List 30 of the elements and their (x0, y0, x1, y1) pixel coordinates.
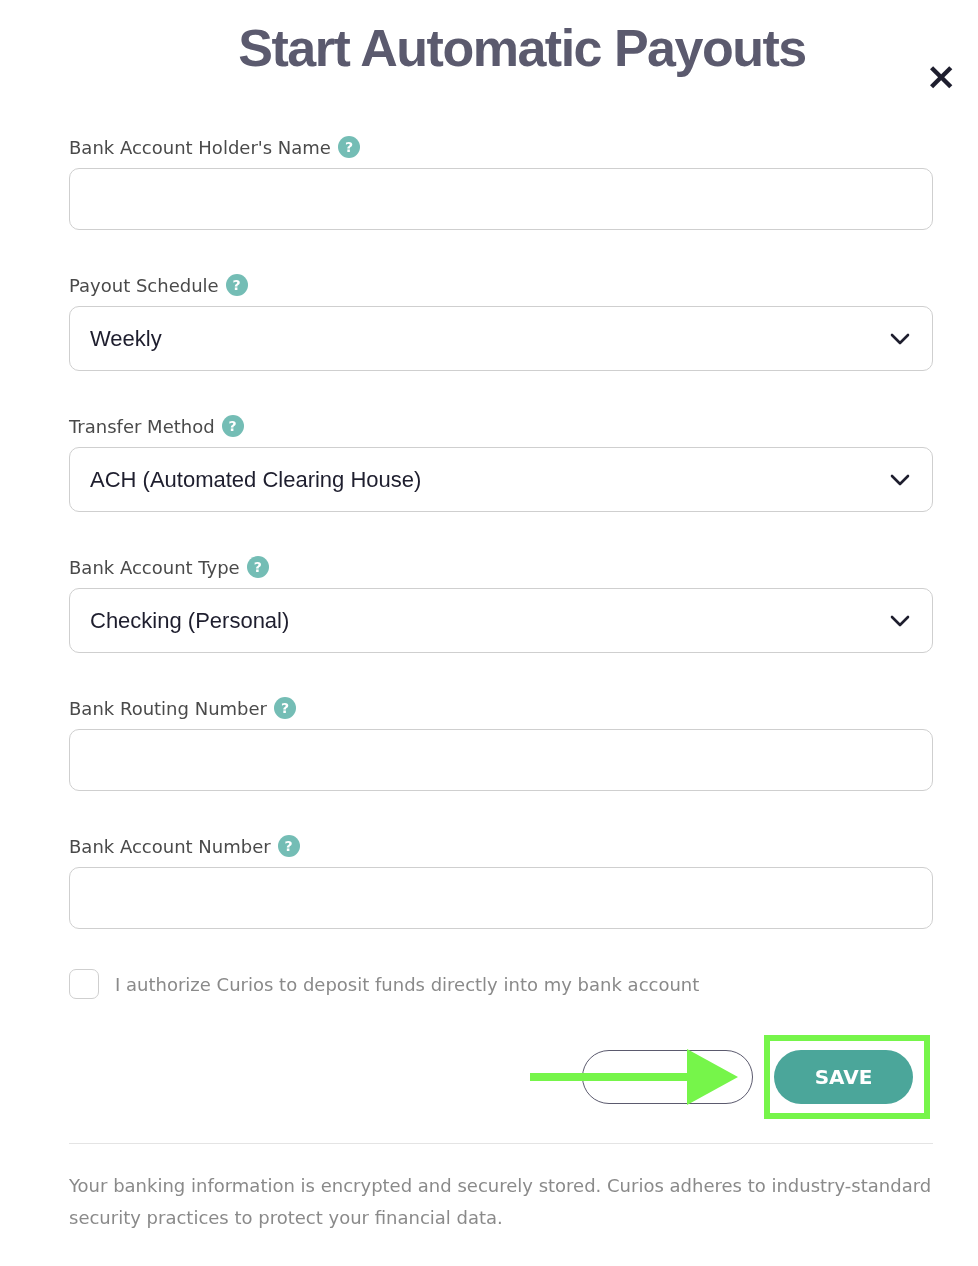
input-field[interactable] (69, 867, 933, 929)
close-button[interactable]: × (925, 58, 957, 94)
field-label: Bank Account Number (69, 835, 271, 857)
dropdown[interactable]: Checking (Personal) (69, 588, 933, 653)
dropdown[interactable]: ACH (Automated Clearing House) (69, 447, 933, 512)
chevron-down-icon (890, 473, 910, 486)
dropdown-value: Weekly (90, 325, 162, 352)
field-label: Transfer Method (69, 415, 215, 437)
consent-label: I authorize Curios to deposit funds directly into my bank account (115, 973, 700, 995)
help-icon[interactable]: ? (246, 556, 269, 578)
chevron-down-icon (890, 332, 910, 345)
help-icon[interactable]: ? (337, 136, 360, 158)
dialog-title: Start Automatic Payouts (238, 18, 806, 79)
help-icon[interactable]: ? (221, 415, 244, 437)
chevron-down-icon (890, 614, 910, 627)
field-label: Bank Account Type (69, 556, 240, 578)
save-button[interactable]: SAVE (774, 1050, 913, 1104)
dropdown-value: Checking (Personal) (90, 607, 290, 634)
dropdown[interactable]: Weekly (69, 306, 933, 371)
help-icon[interactable]: ? (277, 835, 300, 857)
checkbox[interactable] (69, 969, 99, 999)
dropdown-value: ACH (Automated Clearing House) (90, 466, 422, 493)
input-field[interactable] (69, 729, 933, 791)
field-label: Bank Routing Number (69, 697, 267, 719)
input-field[interactable] (69, 168, 933, 230)
help-icon[interactable]: ? (274, 697, 296, 719)
field-label: Bank Account Holder's Name (69, 136, 331, 158)
field-label: Payout Schedule (69, 274, 219, 296)
help-icon[interactable]: ? (225, 274, 248, 296)
security-note: Your banking information is encrypted and securely stored. Curios adheres to industry-standard security practices to protect your financial data. (69, 1174, 933, 1230)
